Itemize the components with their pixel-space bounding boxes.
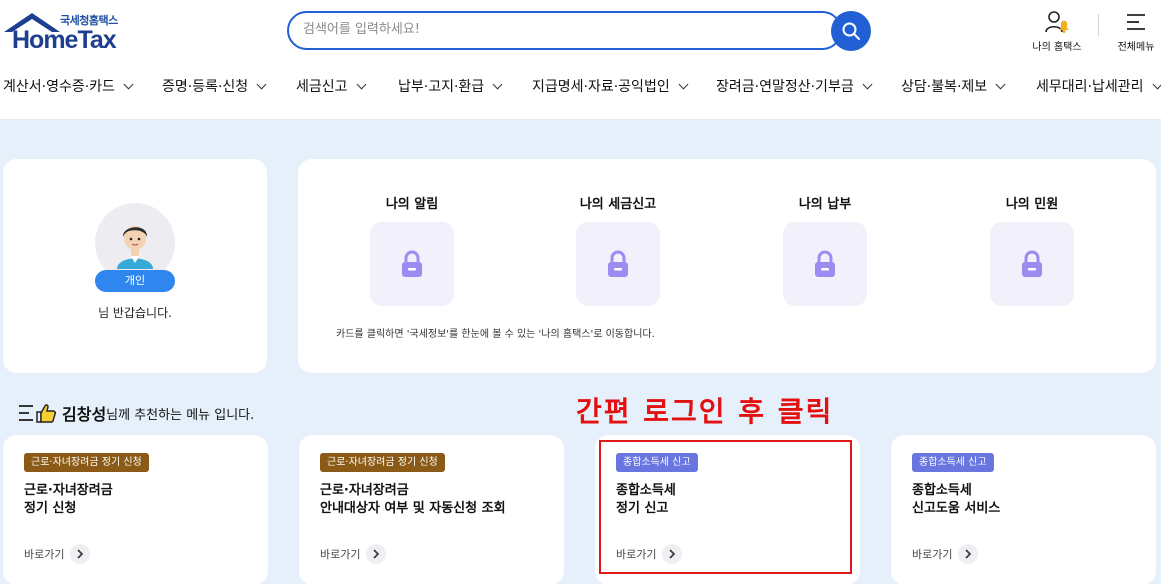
chevron-down-icon — [256, 79, 267, 89]
my-hometax-button[interactable]: 나의 홈택스 — [1025, 8, 1089, 53]
chevron-down-icon — [862, 79, 873, 89]
logo-title: HomeTax — [12, 26, 117, 54]
my-item-box[interactable] — [370, 222, 454, 306]
service-card[interactable]: 종합소득세 신고 종합소득세 신고도움 서비스 바로가기 — [891, 435, 1156, 584]
search-bar — [287, 11, 842, 50]
nav-label: 세무대리·납세관리 — [1036, 79, 1144, 95]
nav-label: 계산서·영수증·카드 — [3, 79, 115, 95]
nav-label: 장려금·연말정산·기부금 — [716, 79, 854, 95]
lock-icon — [402, 250, 422, 277]
recommend-suffix: 님께 추천하는 메뉴 입니다. — [106, 407, 255, 423]
user-name: 김창성 — [62, 405, 107, 424]
my-item-box[interactable] — [990, 222, 1074, 306]
nav-incentive[interactable]: 장려금·연말정산·기부금 — [716, 76, 873, 96]
my-item-label: 나의 납부 — [798, 197, 852, 212]
service-tag: 근로·자녀장려금 정기 신청 — [24, 453, 149, 472]
nav-agent[interactable]: 세무대리·납세관리 — [1036, 76, 1161, 96]
nav-tax-report[interactable]: 세금신고 — [296, 76, 366, 96]
chevron-down-icon — [678, 79, 689, 89]
recommend-heading: 김창성 님께 추천하는 메뉴 입니다. — [18, 401, 254, 425]
chevron-right-icon — [958, 544, 979, 564]
chevron-down-icon — [1152, 79, 1161, 89]
chevron-down-icon — [356, 79, 366, 89]
chevron-down-icon — [123, 79, 134, 89]
service-card[interactable]: 근로·자녀장려금 정기 신청 근로·자녀장려금 안내대상자 여부 및 자동신청 … — [299, 435, 564, 584]
nav-certificate[interactable]: 증명·등록·신청 — [162, 76, 267, 96]
chevron-down-icon — [492, 79, 503, 89]
all-menu-label: 전체메뉴 — [1117, 42, 1155, 53]
nav-label: 상담·불복·제보 — [901, 79, 988, 95]
chevron-right-icon — [366, 544, 387, 564]
go-link[interactable]: 바로가기 — [320, 544, 387, 564]
service-title: 종합소득세 신고도움 서비스 — [912, 483, 1001, 516]
user-type-badge: 개인 — [95, 270, 175, 292]
annotation-text: 간편 로그인 후 클릭 — [576, 395, 834, 428]
chevron-down-icon — [995, 79, 1006, 89]
nav-label: 증명·등록·신청 — [162, 79, 249, 95]
person-avatar-icon — [117, 226, 153, 269]
nav-invoice[interactable]: 계산서·영수증·카드 — [3, 76, 134, 96]
lock-icon — [608, 250, 628, 277]
user-bell-icon — [1045, 11, 1069, 33]
service-card[interactable]: 근로·자녀장려금 정기 신청 근로·자녀장려금 정기 신청 바로가기 — [3, 435, 268, 584]
nav-label: 납부·고지·환급 — [398, 79, 485, 95]
my-hometax-card: 나의 알림 나의 세금신고 나의 납부 나의 민원 카드를 클릭하면 '국세정보… — [298, 159, 1156, 373]
global-nav: 계산서·영수증·카드 증명·등록·신청 세금신고 납부·고지·환급 지급명세·자… — [0, 76, 1161, 98]
service-title: 근로·자녀장려금 정기 신청 — [24, 483, 113, 516]
my-payment[interactable]: 나의 납부 — [765, 193, 885, 306]
my-notification[interactable]: 나의 알림 — [352, 193, 472, 306]
greeting-text: 님 반갑습니다. — [98, 306, 172, 320]
go-link-label: 바로가기 — [24, 548, 65, 561]
my-item-box[interactable] — [783, 222, 867, 306]
highlight-box — [599, 440, 852, 574]
nav-payment[interactable]: 납부·고지·환급 — [398, 76, 503, 96]
nav-consult[interactable]: 상담·불복·제보 — [901, 76, 1006, 96]
profile-card: 개인 님 반갑습니다. — [3, 159, 267, 373]
my-tax-report[interactable]: 나의 세금신고 — [558, 193, 678, 306]
my-item-box[interactable] — [576, 222, 660, 306]
my-civil-petition[interactable]: 나의 민원 — [972, 193, 1092, 306]
chevron-right-icon — [70, 544, 91, 564]
nav-label: 세금신고 — [296, 79, 348, 95]
service-tag: 종합소득세 신고 — [912, 453, 994, 472]
lock-icon — [1022, 250, 1042, 277]
all-menu-button[interactable]: 전체메뉴 — [1108, 8, 1161, 53]
go-link-label: 바로가기 — [912, 548, 953, 561]
go-link-label: 바로가기 — [320, 548, 361, 561]
my-hometax-description: 카드를 클릭하면 '국세정보'를 한눈에 볼 수 있는 '나의 홈택스'로 이동… — [336, 329, 655, 340]
header: 국세청홈택스 HomeTax 나의 홈택스 — [0, 0, 1161, 120]
search-button[interactable] — [831, 11, 871, 51]
nav-label: 지급명세·자료·공익법인 — [532, 79, 670, 95]
search-icon — [842, 22, 860, 40]
service-title: 근로·자녀장려금 안내대상자 여부 및 자동신청 조회 — [320, 483, 506, 516]
go-link[interactable]: 바로가기 — [24, 544, 91, 564]
my-hometax-label: 나의 홈택스 — [1032, 42, 1082, 53]
search-input[interactable] — [303, 22, 803, 37]
main-content: 개인 님 반갑습니다. 나의 알림 나의 세금신고 나의 납부 나의 민원 카드… — [0, 120, 1161, 584]
my-item-label: 나의 세금신고 — [579, 197, 657, 212]
util-divider — [1098, 14, 1099, 36]
hamburger-icon — [1127, 14, 1145, 30]
my-item-label: 나의 알림 — [385, 197, 439, 212]
nav-statement[interactable]: 지급명세·자료·공익법인 — [532, 76, 689, 96]
service-tag: 근로·자녀장려금 정기 신청 — [320, 453, 445, 472]
my-item-label: 나의 민원 — [1005, 197, 1059, 212]
go-link[interactable]: 바로가기 — [912, 544, 979, 564]
thumbs-up-menu-icon — [19, 404, 57, 423]
lock-icon — [815, 250, 835, 277]
hometax-logo[interactable]: 국세청홈택스 HomeTax — [2, 8, 127, 54]
